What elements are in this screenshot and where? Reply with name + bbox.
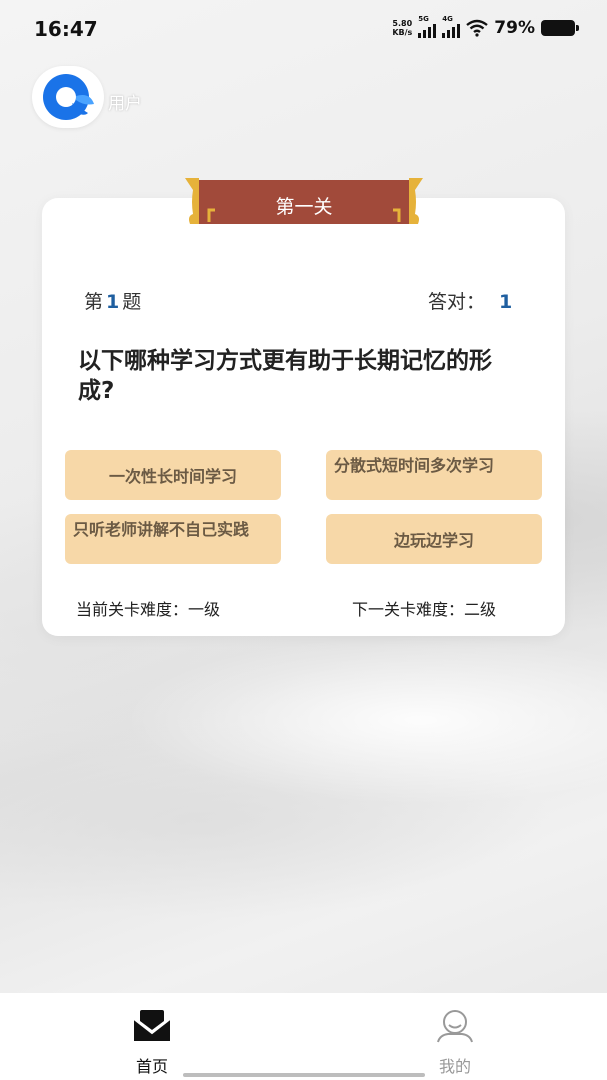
signal-4g-icon: 4G [442,15,461,38]
home-indicator[interactable] [183,1073,425,1077]
battery-icon [541,20,579,36]
signal-5g-icon: 5G [418,15,437,38]
answer-option-c[interactable]: 只听老师讲解不自己实践 [65,514,281,564]
tab-profile[interactable]: 我的 [395,993,515,1080]
tab-home[interactable]: 首页 [92,993,212,1080]
app-logo[interactable] [32,66,104,128]
answer-option-a[interactable]: 一次性长时间学习 [65,450,281,500]
next-difficulty: 下一关卡难度：二级 [352,600,497,619]
network-speed: 5.80 KB/s [392,19,413,37]
profile-icon [437,1010,473,1043]
answer-option-d[interactable]: 边玩边学习 [326,514,542,564]
wifi-icon [466,19,489,37]
question-number: 第1题 [84,291,142,313]
level-title: 第一关 [275,196,333,218]
correct-count: 答对： 1 [428,291,513,313]
status-time: 16:47 [34,17,98,41]
question-text: 以下哪种学习方式更有助于长期记忆的形成? [78,348,492,404]
user-name-label[interactable]: 用户 [108,89,142,114]
status-bar: 16:47 5.80 KB/s 5G 4G 79% [0,0,607,56]
current-difficulty: 当前关卡难度：一级 [76,600,221,619]
q-logo-icon [43,74,94,120]
status-icons: 5.80 KB/s 5G 4G 79% [392,15,579,38]
battery-percent: 79% [494,18,535,38]
bottom-tab-bar: 首页 我的 [0,993,607,1080]
quiz-card [42,198,565,636]
home-icon [133,1010,171,1041]
answer-option-b[interactable]: 分散式短时间多次学习 [326,450,542,500]
